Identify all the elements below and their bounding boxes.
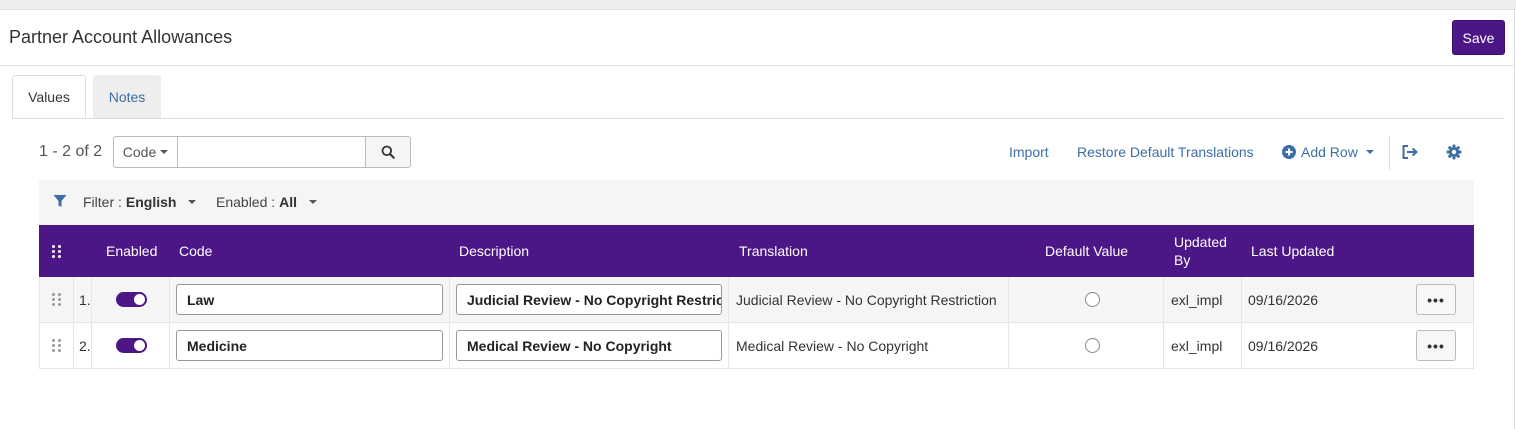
page-header: Partner Account Allowances Save	[0, 10, 1514, 66]
add-row-button[interactable]: Add Row	[1282, 144, 1374, 160]
right-border	[1514, 10, 1515, 429]
restore-default-translations-link[interactable]: Restore Default Translations	[1077, 144, 1254, 160]
tab-values[interactable]: Values	[12, 75, 86, 119]
row-actions-cell: •••	[1416, 323, 1456, 368]
drag-handle[interactable]	[52, 277, 61, 322]
column-divider	[728, 277, 729, 322]
column-divider	[1008, 277, 1009, 322]
code-cell: Medicine	[176, 323, 443, 368]
caret-down-icon	[309, 200, 318, 204]
language-filter[interactable]: Filter : English	[83, 194, 197, 210]
header-updated-by-line2: By	[1174, 252, 1191, 268]
toolbar-separator	[1389, 136, 1390, 170]
header-updated-by-line1: Updated	[1174, 234, 1227, 250]
table-row: 2. Medicine Medical Review - No Copyrigh…	[39, 323, 1474, 369]
last-updated-cell: 09/16/2026	[1248, 337, 1319, 354]
search-icon	[381, 145, 395, 159]
header-updated-by[interactable]: Updated By	[1174, 225, 1227, 277]
filter-icon	[53, 195, 67, 207]
default-value-cell	[1085, 323, 1100, 368]
results-count: 1 - 2 of 2	[39, 143, 103, 160]
column-divider	[1163, 323, 1164, 368]
description-input[interactable]: Medical Review - No Copyright	[456, 330, 722, 361]
default-value-radio[interactable]	[1085, 338, 1100, 353]
column-divider	[1163, 277, 1164, 322]
header-enabled[interactable]: Enabled	[106, 225, 157, 277]
search-field-label: Code	[122, 144, 157, 160]
enabled-toggle[interactable]	[116, 292, 147, 307]
plus-circle-icon	[1282, 145, 1296, 159]
caret-down-icon	[188, 200, 197, 204]
import-link[interactable]: Import	[1009, 144, 1049, 160]
column-divider	[728, 323, 729, 368]
settings-button[interactable]	[1444, 142, 1464, 162]
enabled-filter-value: All	[279, 194, 298, 210]
updated-by-cell: exl_impl	[1171, 291, 1223, 308]
table-header: Enabled Code Description Translation Def…	[39, 225, 1474, 277]
row-actions-button[interactable]: •••	[1416, 284, 1456, 315]
translation-cell: Judicial Review - No Copyright Restricti…	[736, 291, 997, 308]
search-button[interactable]	[366, 136, 411, 168]
search-group: Code	[113, 136, 411, 168]
code-input[interactable]: Medicine	[176, 330, 443, 361]
column-divider	[1008, 323, 1009, 368]
page-title: Partner Account Allowances	[9, 27, 233, 47]
header-translation[interactable]: Translation	[739, 225, 808, 277]
column-divider	[91, 277, 92, 322]
row-number: 1.	[79, 291, 91, 308]
top-strip	[0, 0, 1516, 10]
row-actions-cell: •••	[1416, 277, 1456, 322]
save-button[interactable]: Save	[1452, 20, 1505, 55]
drag-handle-icon	[52, 244, 61, 258]
drag-handle-icon	[52, 339, 61, 352]
code-cell: Law	[176, 277, 443, 322]
language-filter-label: Filter :	[83, 194, 122, 210]
drag-handle[interactable]	[52, 323, 61, 368]
export-icon	[1402, 145, 1419, 159]
gear-icon	[1446, 144, 1462, 160]
drag-handle-header[interactable]	[52, 225, 61, 277]
default-value-radio[interactable]	[1085, 292, 1100, 307]
enabled-filter[interactable]: Enabled : All	[216, 194, 318, 210]
description-cell: Judicial Review - No Copyright Restricti…	[456, 277, 722, 322]
default-value-cell	[1085, 277, 1100, 322]
column-divider	[91, 323, 92, 368]
column-divider	[1241, 277, 1242, 322]
tab-notes[interactable]: Notes	[93, 75, 161, 119]
filter-bar: Filter : English Enabled : All	[39, 180, 1474, 225]
column-divider	[73, 323, 74, 368]
caret-down-icon	[1365, 150, 1374, 154]
table-row: 1. Law Judicial Review - No Copyright Re…	[39, 277, 1474, 323]
description-input[interactable]: Judicial Review - No Copyright Restricti…	[456, 284, 722, 315]
drag-handle-icon	[52, 293, 61, 306]
column-divider	[73, 277, 74, 322]
enabled-filter-label: Enabled :	[216, 194, 276, 210]
column-divider	[449, 277, 450, 322]
row-number: 2.	[79, 337, 91, 354]
caret-down-icon	[160, 150, 169, 154]
translation-cell: Medical Review - No Copyright	[736, 337, 929, 354]
enabled-toggle-cell	[116, 277, 147, 322]
search-input[interactable]	[178, 136, 366, 168]
header-description[interactable]: Description	[459, 225, 529, 277]
column-divider	[169, 323, 170, 368]
column-divider	[1241, 323, 1242, 368]
row-actions-button[interactable]: •••	[1416, 330, 1456, 361]
description-cell: Medical Review - No Copyright	[456, 323, 722, 368]
code-input[interactable]: Law	[176, 284, 443, 315]
header-code[interactable]: Code	[179, 225, 212, 277]
export-button[interactable]	[1400, 142, 1420, 162]
search-field-dropdown[interactable]: Code	[113, 136, 178, 168]
tab-divider	[12, 118, 1504, 119]
column-divider	[449, 323, 450, 368]
column-divider	[169, 277, 170, 322]
last-updated-cell: 09/16/2026	[1248, 291, 1319, 308]
header-last-updated[interactable]: Last Updated	[1251, 225, 1334, 277]
language-filter-value: English	[125, 194, 177, 210]
enabled-toggle-cell	[116, 323, 147, 368]
enabled-toggle[interactable]	[116, 338, 147, 353]
updated-by-cell: exl_impl	[1171, 337, 1223, 354]
add-row-label: Add Row	[1301, 144, 1358, 160]
header-default-value[interactable]: Default Value	[1045, 225, 1128, 277]
